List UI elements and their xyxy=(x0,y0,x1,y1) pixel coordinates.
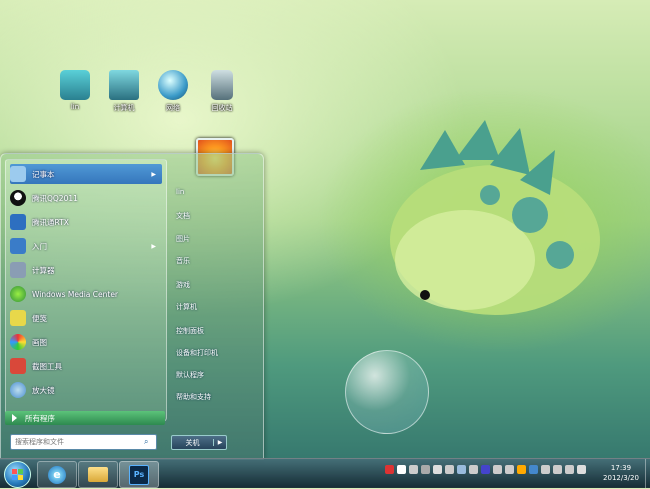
all-programs-button[interactable]: 所有程序 xyxy=(5,411,165,425)
system-tray xyxy=(385,465,586,474)
show-desktop-button[interactable] xyxy=(645,459,650,488)
start-menu-programs-pane: 记事本 ▶ 腾讯QQ2011 腾讯通RTX 入门 ▶ 计算器 Windows M… xyxy=(5,159,167,421)
taskbar-photoshop-button[interactable]: Ps xyxy=(119,461,159,488)
notepad-icon xyxy=(10,166,26,182)
right-item-default-programs[interactable]: 默认程序 xyxy=(176,370,204,380)
submenu-arrow-icon: ▶ xyxy=(151,170,156,178)
tray-icon[interactable] xyxy=(517,465,526,474)
tray-icon[interactable] xyxy=(409,465,418,474)
program-label: Windows Media Center xyxy=(32,289,119,299)
program-item-snipping-tool[interactable]: 截图工具 xyxy=(10,356,162,376)
program-item-calculator[interactable]: 计算器 xyxy=(10,260,162,280)
user-folder-icon xyxy=(60,70,90,100)
wallpaper-bubble xyxy=(345,350,429,434)
right-item-documents[interactable]: 文档 xyxy=(176,211,190,221)
tray-icon[interactable] xyxy=(397,465,406,474)
shutdown-button[interactable]: 关机 xyxy=(172,438,213,448)
shutdown-options-arrow-icon[interactable]: ▶ xyxy=(213,439,226,446)
clock-date: 2012/3/20 xyxy=(603,474,639,482)
paint-icon xyxy=(10,334,26,350)
program-item-rtx[interactable]: 腾讯通RTX xyxy=(10,212,162,232)
rtx-icon xyxy=(10,214,26,230)
program-item-paint[interactable]: 画图 xyxy=(10,332,162,352)
search-icon[interactable]: ⌕ xyxy=(144,437,148,447)
tray-icon[interactable] xyxy=(553,465,562,474)
desktop-icon-label: 网络 xyxy=(166,104,180,112)
program-label: 记事本 xyxy=(32,169,55,179)
tray-icon[interactable] xyxy=(481,465,490,474)
desktop-icon-label: lin xyxy=(70,103,80,111)
tray-icon[interactable] xyxy=(433,465,442,474)
search-input[interactable] xyxy=(11,436,144,448)
right-item-control-panel[interactable]: 控制面板 xyxy=(176,326,204,336)
program-item-magnifier[interactable]: 放大镜 xyxy=(10,380,162,400)
right-item-pictures[interactable]: 图片 xyxy=(176,234,190,244)
internet-explorer-icon: e xyxy=(48,465,66,484)
search-box[interactable]: ⌕ xyxy=(10,434,157,450)
desktop-icon-computer[interactable]: 计算机 xyxy=(99,70,149,113)
explorer-folder-icon xyxy=(88,467,108,482)
desktop-icon-label: 回收站 xyxy=(211,104,233,112)
sticky-notes-icon xyxy=(10,310,26,326)
tray-icon[interactable] xyxy=(493,465,502,474)
start-button[interactable] xyxy=(4,461,31,488)
tray-icon[interactable] xyxy=(541,465,550,474)
taskbar: e Ps 17:39 2012/3/20 xyxy=(0,458,650,488)
qq-penguin-icon xyxy=(10,190,26,206)
program-label: 放大镜 xyxy=(32,385,55,395)
right-item-computer[interactable]: 计算机 xyxy=(176,302,197,312)
program-label: 画图 xyxy=(32,337,47,347)
tray-icon[interactable] xyxy=(385,465,394,474)
tray-icon[interactable] xyxy=(421,465,430,474)
clock[interactable]: 17:39 2012/3/20 xyxy=(598,463,644,483)
network-globe-icon xyxy=(158,70,188,100)
program-label: 截图工具 xyxy=(32,361,62,371)
shutdown-button-group: 关机 ▶ xyxy=(171,435,227,450)
program-label: 腾讯QQ2011 xyxy=(32,193,78,203)
tray-icon[interactable] xyxy=(505,465,514,474)
submenu-arrow-icon: ▶ xyxy=(151,242,156,250)
snipping-tool-icon xyxy=(10,358,26,374)
desktop-icon-user[interactable]: lin xyxy=(50,70,100,111)
tray-icon[interactable] xyxy=(445,465,454,474)
taskbar-ie-button[interactable]: e xyxy=(37,461,77,488)
computer-icon xyxy=(109,70,139,100)
program-label: 入门 xyxy=(32,241,47,251)
program-label: 腾讯通RTX xyxy=(32,217,69,227)
desktop-icon-network[interactable]: 网络 xyxy=(148,70,198,113)
program-item-sticky-notes[interactable]: 便笺 xyxy=(10,308,162,328)
program-label: 计算器 xyxy=(32,265,55,275)
program-label: 便笺 xyxy=(32,313,47,323)
clock-time: 17:39 xyxy=(610,464,632,472)
windows-logo-icon xyxy=(12,469,23,480)
recycle-bin-icon xyxy=(211,70,233,100)
right-item-devices-printers[interactable]: 设备和打印机 xyxy=(176,348,218,358)
start-menu: 记事本 ▶ 腾讯QQ2011 腾讯通RTX 入门 ▶ 计算器 Windows M… xyxy=(0,153,264,460)
tray-icon[interactable] xyxy=(577,465,586,474)
taskbar-explorer-button[interactable] xyxy=(78,461,118,488)
desktop-icon-label: 计算机 xyxy=(113,104,135,112)
tray-icon[interactable] xyxy=(565,465,574,474)
tray-icon[interactable] xyxy=(529,465,538,474)
calculator-icon xyxy=(10,262,26,278)
tray-icon[interactable] xyxy=(457,465,466,474)
right-item-games[interactable]: 游戏 xyxy=(176,280,190,290)
magnifier-icon xyxy=(10,382,26,398)
right-item-music[interactable]: 音乐 xyxy=(176,256,190,266)
tray-icon[interactable] xyxy=(469,465,478,474)
program-item-qq[interactable]: 腾讯QQ2011 xyxy=(10,188,162,208)
program-item-notepad[interactable]: 记事本 ▶ xyxy=(10,164,162,184)
right-item-user[interactable]: lin xyxy=(176,188,184,196)
wallpaper-dinosaur xyxy=(390,120,600,315)
photoshop-icon: Ps xyxy=(129,464,149,485)
getting-started-icon xyxy=(10,238,26,254)
media-center-icon xyxy=(10,286,26,302)
program-item-getting-started[interactable]: 入门 ▶ xyxy=(10,236,162,256)
triangle-right-icon xyxy=(12,414,17,422)
desktop-icon-recycle-bin[interactable]: 回收站 xyxy=(197,70,247,113)
all-programs-label: 所有程序 xyxy=(25,413,55,423)
program-item-media-center[interactable]: Windows Media Center xyxy=(10,284,162,304)
right-item-help-support[interactable]: 帮助和支持 xyxy=(176,392,211,402)
